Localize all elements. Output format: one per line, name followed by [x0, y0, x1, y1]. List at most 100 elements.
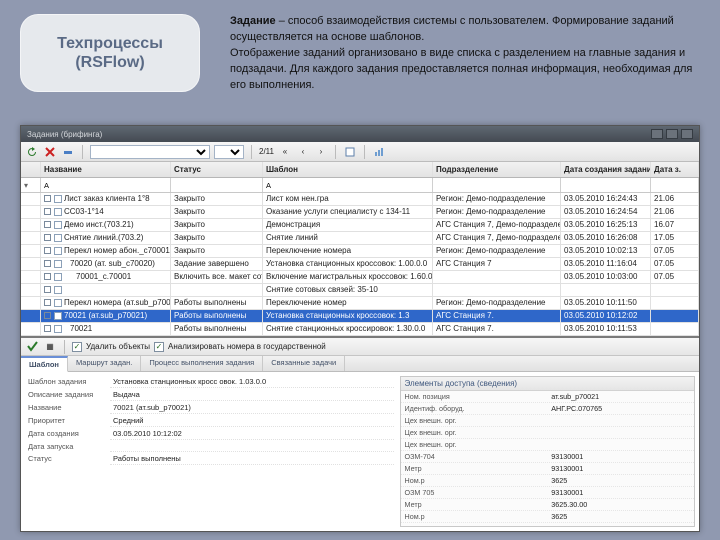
cell — [651, 323, 699, 335]
action-button-1[interactable] — [61, 145, 75, 159]
expand-icon[interactable] — [44, 234, 51, 241]
cell: Включить все. макет сотовых связей — [171, 271, 263, 283]
table-row[interactable]: 70020 (ат. sub_c70020)Задание завершеноУ… — [21, 258, 699, 271]
filter-name-input[interactable] — [44, 181, 167, 190]
detail-fields: Шаблон заданияУстановка станционных крос… — [25, 376, 394, 527]
desc-keyword: Задание — [230, 15, 276, 27]
aux-row: Метр3625.30.00 — [401, 499, 695, 511]
tab-template[interactable]: Шаблон — [21, 356, 68, 372]
cell: Регион: Демо-подразделение — [433, 297, 561, 309]
delete-button[interactable] — [43, 145, 57, 159]
table-row[interactable]: Снятие линий.(703.2)ЗакрытоСнятие линийА… — [21, 232, 699, 245]
table-row[interactable]: 70021 (ат.sub_p70021)Работы выполненыУст… — [21, 310, 699, 323]
table-row[interactable]: Демо инст.(703.21)ЗакрытоДемонстрацияАГС… — [21, 219, 699, 232]
cell: 07.05 — [651, 271, 699, 283]
expand-icon[interactable] — [44, 208, 51, 215]
table-row[interactable]: СС03-1°14ЗакрытоОказание услуги специали… — [21, 206, 699, 219]
col-dept[interactable]: Подразделение — [433, 162, 561, 177]
field-value[interactable]: Работы выполнены — [110, 453, 394, 465]
doc-icon — [54, 234, 62, 242]
filter-created-input[interactable] — [564, 181, 647, 190]
nav-first-button[interactable]: « — [278, 145, 292, 159]
app-title: Задания (брифинга) — [27, 130, 102, 139]
cell: 03.05.2010 11:16:04 — [561, 258, 651, 270]
desc-line2: Отображение заданий организовано в виде … — [230, 46, 700, 94]
filter-template-input[interactable] — [266, 181, 429, 190]
table-row[interactable]: Перекл номер абон._c70001ЗакрытоПереключ… — [21, 245, 699, 258]
cell: Переключение номер — [263, 297, 433, 309]
field-label: Дата запуска — [25, 441, 110, 452]
export-button[interactable] — [343, 145, 357, 159]
cell: Регион: Демо-подразделение — [433, 193, 561, 205]
minimize-button[interactable] — [651, 129, 663, 139]
filter-select-1[interactable] — [90, 145, 210, 159]
filter-funnel-icon[interactable]: ▾ — [24, 181, 28, 190]
apply-button[interactable] — [25, 340, 39, 354]
field-value[interactable]: Выдача — [110, 389, 394, 401]
expand-icon[interactable] — [44, 286, 51, 293]
expand-icon[interactable] — [44, 299, 51, 306]
cell: Установка станционных кроссовок: 1.3 — [263, 310, 433, 322]
cell: 03.05.2010 16:24:54 — [561, 206, 651, 218]
cell — [21, 258, 41, 270]
aux-value: АНГ.РС.070765 — [547, 403, 694, 414]
expand-icon[interactable] — [44, 312, 51, 319]
checkbox-2[interactable]: ✓ — [154, 342, 164, 352]
field-value[interactable]: 70021 (ат.sub_p70021) — [110, 402, 394, 414]
cell: 21.06 — [651, 206, 699, 218]
aux-panel: Элементы доступа (сведения) Ном. позиция… — [400, 376, 696, 527]
expand-icon[interactable] — [44, 221, 51, 228]
action-button-2[interactable]: ▦ — [43, 340, 57, 354]
app-window: Задания (брифинга) 2/11 « ‹ › — [20, 125, 700, 532]
tab-route[interactable]: Маршрут задан. — [68, 356, 141, 371]
checkbox-2-label: Анализировать номера в государственной — [168, 342, 326, 351]
cell — [21, 219, 41, 231]
maximize-button[interactable] — [666, 129, 678, 139]
expand-icon[interactable] — [44, 273, 51, 280]
field-value[interactable]: Средний — [110, 415, 394, 427]
table-row[interactable]: Лист заказ клиента 1°8ЗакрытоЛист ком не… — [21, 193, 699, 206]
col-date[interactable]: Дата з. — [651, 162, 699, 177]
cell — [21, 232, 41, 244]
col-status[interactable]: Статус — [171, 162, 263, 177]
nav-next-button[interactable]: › — [314, 145, 328, 159]
table-row[interactable]: Перекл номера (ат.sub_p700)Работы выполн… — [21, 297, 699, 310]
detail-pane: ▦ ✓ Удалить объекты ✓ Анализировать номе… — [21, 338, 699, 531]
close-button[interactable] — [681, 129, 693, 139]
col-template[interactable]: Шаблон — [263, 162, 433, 177]
expand-icon[interactable] — [44, 260, 51, 267]
app-titlebar[interactable]: Задания (брифинга) — [21, 126, 699, 142]
window-buttons — [651, 129, 693, 139]
cell — [21, 271, 41, 283]
field-value[interactable] — [110, 441, 394, 452]
tab-linked[interactable]: Связанные задачи — [263, 356, 345, 371]
cell: 03.05.2010 16:26:08 — [561, 232, 651, 244]
cell: 70021 — [41, 323, 171, 335]
table-row[interactable]: 70001_c.70001Включить все. макет сотовых… — [21, 271, 699, 284]
expand-icon[interactable] — [44, 325, 51, 332]
table-row[interactable]: 70021Работы выполненыСнятие станционных … — [21, 323, 699, 336]
expand-icon[interactable] — [44, 195, 51, 202]
field-value[interactable]: 03.05.2010 10:12:02 — [110, 428, 394, 440]
table-row[interactable]: Снятие сотовых связей: 35-10 — [21, 284, 699, 297]
aux-value: 93130001 — [547, 451, 694, 462]
col-created[interactable]: Дата создания задания — [561, 162, 651, 177]
filter-dept-input[interactable] — [436, 181, 557, 190]
col-name[interactable]: Название — [41, 162, 171, 177]
checkbox-1[interactable]: ✓ — [72, 342, 82, 352]
filter-status-input[interactable] — [174, 181, 259, 190]
cell: СС03-1°14 — [41, 206, 171, 218]
field-value[interactable]: Установка станционных кросс овок. 1.03.0… — [110, 376, 394, 388]
filter-select-2[interactable] — [214, 145, 244, 159]
aux-row: Цех внешн. орг. — [401, 439, 695, 451]
tab-process[interactable]: Процесс выполнения задания — [141, 356, 263, 371]
doc-icon — [54, 221, 62, 229]
aux-row: Ном. позицияат.sub_p70021 — [401, 391, 695, 403]
expand-icon[interactable] — [44, 247, 51, 254]
filter-date-input[interactable] — [654, 181, 695, 190]
chart-button[interactable] — [372, 145, 386, 159]
aux-value: ат.sub_p70021 — [547, 391, 694, 402]
cell — [433, 271, 561, 283]
nav-prev-button[interactable]: ‹ — [296, 145, 310, 159]
refresh-button[interactable] — [25, 145, 39, 159]
